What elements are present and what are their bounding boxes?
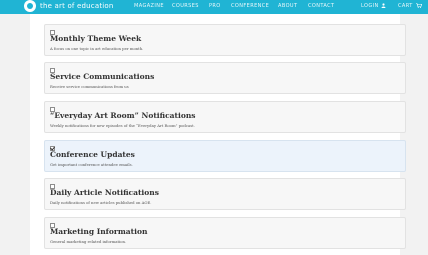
login-link[interactable]: LOGIN (361, 3, 379, 9)
card-title: Daily Article Notifications (50, 188, 159, 197)
cart-icon[interactable] (416, 3, 423, 8)
top-navigation-bar: the art of education MAGAZINE COURSES PR… (0, 0, 428, 14)
nav-contact[interactable]: CONTACT (308, 3, 335, 9)
nav-about[interactable]: ABOUT (278, 3, 297, 9)
card-description: A focus on one topic in art education pe… (50, 46, 144, 51)
subscription-everyday-art-room[interactable]: “Everyday Art Room” Notifications Weekly… (44, 101, 406, 133)
card-description: Get important conference attendee emails… (50, 162, 133, 167)
card-title: “Everyday Art Room” Notifications (50, 111, 196, 120)
subscription-monthly-theme-week[interactable]: Monthly Theme Week A focus on one topic … (44, 24, 406, 56)
subscription-conference-updates[interactable]: Conference Updates Get important confere… (44, 140, 406, 172)
nav-conference[interactable]: CONFERENCE (231, 3, 269, 9)
card-title: Monthly Theme Week (50, 34, 142, 43)
card-description: Weekly notifications for new episodes of… (50, 123, 195, 128)
nav-pro[interactable]: PRO (209, 3, 221, 9)
user-icon[interactable] (381, 3, 386, 8)
nav-magazine[interactable]: MAGAZINE (134, 3, 164, 9)
card-title: Marketing Information (50, 227, 148, 236)
subscription-daily-article-notifications[interactable]: Daily Article Notifications Daily notifi… (44, 178, 406, 210)
nav-courses[interactable]: COURSES (172, 3, 199, 9)
brand-name[interactable]: the art of education (40, 2, 114, 10)
cart-link[interactable]: CART (398, 3, 413, 9)
card-title: Conference Updates (50, 150, 135, 159)
subscription-service-communications[interactable]: Service Communications Receive service c… (44, 62, 406, 94)
subscription-marketing-information[interactable]: Marketing Information General marketing … (44, 217, 406, 249)
card-description: Receive service communications from us (50, 84, 129, 89)
card-description: Daily notifications of new articles publ… (50, 200, 152, 205)
card-title: Service Communications (50, 72, 155, 81)
logo-icon[interactable] (24, 0, 36, 12)
card-description: General marketing related information. (50, 239, 127, 244)
preferences-panel: Monthly Theme Week A focus on one topic … (30, 14, 406, 255)
